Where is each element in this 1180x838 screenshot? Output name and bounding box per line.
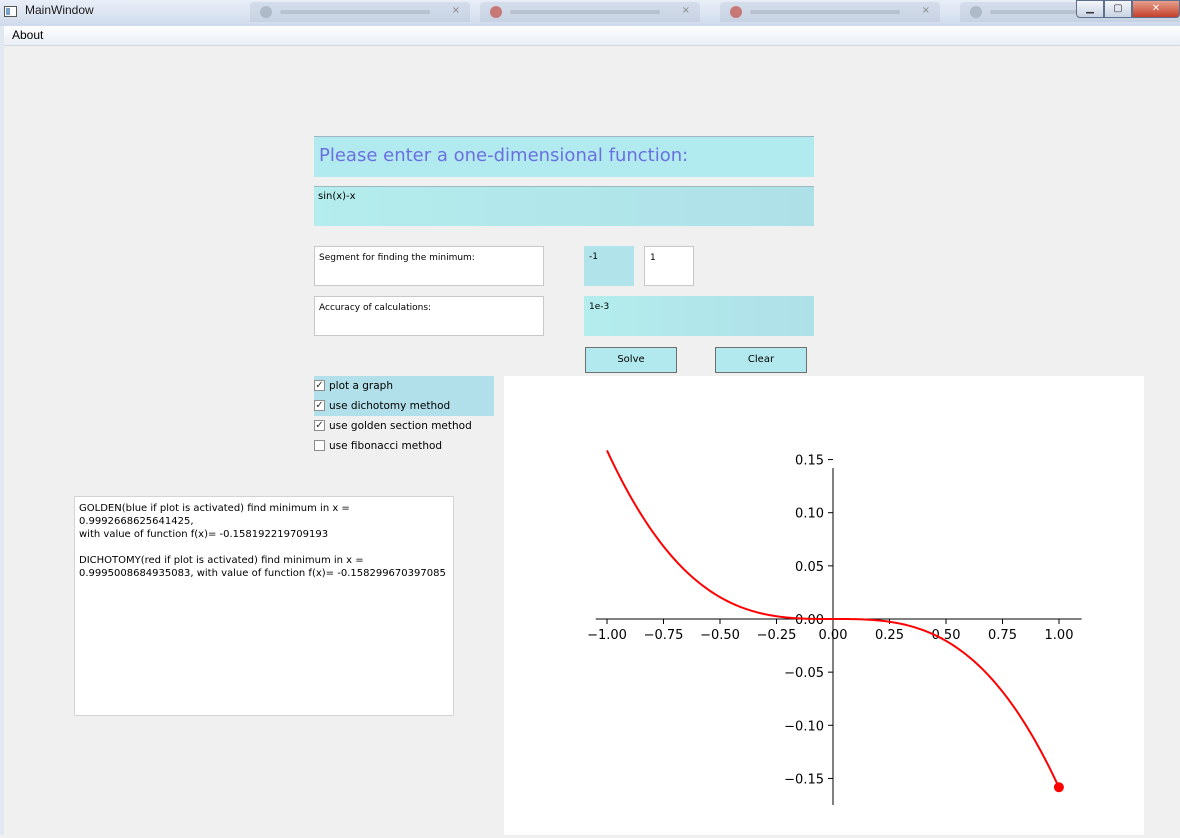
background-tab: × [250, 2, 470, 22]
y-tick-label: −0.05 [784, 666, 824, 681]
checkbox[interactable]: ✓ [314, 399, 325, 411]
segment-low-input[interactable]: -1 [584, 246, 634, 286]
x-tick-label: −0.25 [757, 628, 797, 643]
segment-high-value: 1 [650, 253, 656, 263]
app-icon [4, 6, 17, 17]
segment-high-input[interactable]: 1 [644, 246, 694, 286]
y-tick-label: 0.00 [795, 613, 824, 628]
option-golden-section[interactable]: ✓ use golden section method [314, 416, 472, 436]
checkbox[interactable]: ✓ [314, 419, 325, 431]
x-tick-label: −0.75 [644, 628, 684, 643]
y-tick-label: 0.05 [795, 560, 824, 575]
checkbox[interactable] [314, 439, 325, 451]
menu-about[interactable]: About [12, 28, 43, 42]
x-tick-label: 0.25 [875, 628, 904, 643]
x-tick-label: −1.00 [587, 628, 627, 643]
instruction-header-text: Please enter a one-dimensional function: [319, 145, 689, 166]
y-tick-label: −0.10 [784, 719, 824, 734]
window-title: MainWindow [25, 3, 94, 17]
option-fibonacci[interactable]: use fibonacci method [314, 436, 442, 456]
segment-low-value: -1 [589, 252, 598, 262]
y-tick-label: 0.10 [795, 507, 824, 522]
accuracy-label: Accuracy of calculations: [319, 303, 432, 313]
function-input-value: sin(x)-x [318, 191, 356, 202]
close-button[interactable]: ✕ [1132, 0, 1180, 18]
option-label: plot a graph [329, 380, 393, 392]
accuracy-value: 1e-3 [589, 302, 610, 312]
maximize-button[interactable]: ▢ [1104, 0, 1132, 18]
accuracy-label-box: Accuracy of calculations: [314, 296, 544, 336]
option-dichotomy[interactable]: ✓ use dichotomy method [314, 396, 450, 416]
segment-label-box: Segment for finding the minimum: [314, 246, 544, 286]
x-tick-label: −0.50 [700, 628, 740, 643]
plot-canvas: −1.00 −0.75 −0.50 −0.25 0.00 0.25 0.50 0.75 1.00… [504, 376, 1144, 835]
background-tab: × [480, 2, 700, 22]
checkbox[interactable]: ✓ [314, 379, 325, 391]
option-label: use golden section method [329, 420, 472, 432]
option-plot-graph[interactable]: ✓ plot a graph [314, 376, 393, 396]
solve-button[interactable]: Solve [585, 347, 677, 373]
x-tick-label: 0.00 [819, 628, 848, 643]
result-output[interactable]: GOLDEN(blue if plot is activated) find m… [74, 496, 454, 716]
option-label: use fibonacci method [329, 440, 443, 452]
minimize-button[interactable]: ▁ [1076, 0, 1104, 18]
option-label: use dichotomy method [329, 400, 451, 412]
instruction-header: Please enter a one-dimensional function: [314, 136, 814, 177]
segment-label: Segment for finding the minimum: [319, 253, 475, 263]
function-input[interactable]: sin(x)-x [314, 186, 814, 226]
title-bar: MainWindow × × × ▁ ▢ ✕ [0, 0, 1180, 26]
x-tick-label: 1.00 [1045, 628, 1074, 643]
function-plot: −1.00 −0.75 −0.50 −0.25 0.00 0.25 0.50 0.75 1.00… [587, 450, 1082, 806]
background-tab: × [720, 2, 940, 22]
clear-button[interactable]: Clear [715, 347, 807, 373]
y-tick-label: 0.15 [795, 454, 824, 469]
menu-bar: About [4, 26, 1180, 46]
x-tick-label: 0.75 [988, 628, 1017, 643]
accuracy-input[interactable]: 1e-3 [584, 296, 814, 336]
y-tick-label: −0.15 [784, 772, 824, 787]
minimum-point-marker [1053, 782, 1064, 793]
window-frame [0, 26, 4, 835]
